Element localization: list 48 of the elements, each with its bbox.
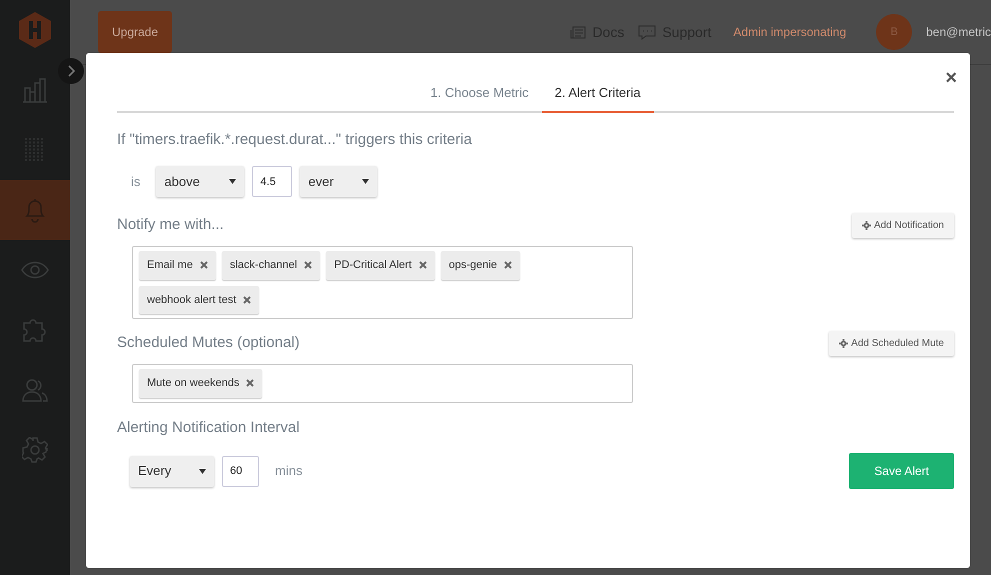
- puzzle-icon: [22, 317, 48, 343]
- tag: slack-channel: [222, 251, 320, 280]
- gear-icon: [862, 221, 871, 230]
- tab[interactable]: 1. Choose Metric: [417, 79, 542, 112]
- remove-tag-icon[interactable]: [504, 261, 512, 270]
- caret-down-icon: [362, 179, 370, 184]
- document-icon: [570, 26, 586, 38]
- chat-icon: [638, 24, 656, 40]
- tag: webhook alert test: [139, 286, 260, 314]
- remove-tag-icon[interactable]: [304, 261, 312, 270]
- dropdown[interactable]: ever: [300, 166, 378, 197]
- add-button[interactable]: Add Notification: [852, 213, 954, 238]
- remove-tag-icon[interactable]: [246, 379, 254, 388]
- number-field[interactable]: 4.5: [252, 166, 292, 197]
- tag-input-field[interactable]: Email me slack-channel PD-Critical Alert ops-genie webhook alert test: [132, 246, 633, 319]
- dropdown[interactable]: Every: [130, 456, 214, 486]
- tab[interactable]: 2. Alert Criteria: [542, 79, 654, 112]
- remove-tag-icon[interactable]: [418, 261, 427, 270]
- tag: PD-Critical Alert: [326, 251, 435, 280]
- unit-label: mins: [275, 462, 302, 480]
- remove-tag-icon[interactable]: [243, 296, 252, 304]
- close-button[interactable]: ×: [939, 67, 963, 89]
- tag: Mute on weekends: [139, 369, 262, 398]
- tag: ops-genie: [440, 251, 520, 280]
- remove-tag-icon[interactable]: [200, 261, 208, 270]
- tag-input-field[interactable]: Mute on weekends: [132, 364, 633, 402]
- users-icon: [22, 378, 48, 402]
- section-title: If "timers.traefik.*.request.durat..." triggers this criteria: [117, 130, 473, 150]
- tag: Email me: [139, 251, 216, 280]
- upgrade-button[interactable]: Upgrade: [98, 11, 172, 53]
- add-button[interactable]: Add Scheduled Mute: [829, 331, 954, 356]
- bar-chart-icon: [22, 77, 48, 103]
- dropdown[interactable]: above: [156, 166, 244, 197]
- section-title: Scheduled Mutes (optional): [117, 333, 300, 354]
- section-title: Notify me with...: [117, 215, 224, 236]
- number-field[interactable]: 60: [222, 456, 259, 486]
- gear-icon: [839, 339, 848, 348]
- logo-icon: [18, 11, 52, 49]
- is-label: is: [131, 172, 140, 191]
- settings-icon: [22, 437, 48, 463]
- user-email: ben@metric: [926, 24, 991, 41]
- caret-down-icon: [229, 179, 236, 184]
- admin-impersonating-text: Admin impersonating: [733, 24, 846, 41]
- eye-icon: [21, 261, 49, 279]
- caret-down-icon: [199, 468, 206, 474]
- chevron-right-icon[interactable]: [67, 65, 75, 77]
- bell-icon: [23, 197, 47, 223]
- section-title: Alerting Notification Interval: [117, 418, 301, 438]
